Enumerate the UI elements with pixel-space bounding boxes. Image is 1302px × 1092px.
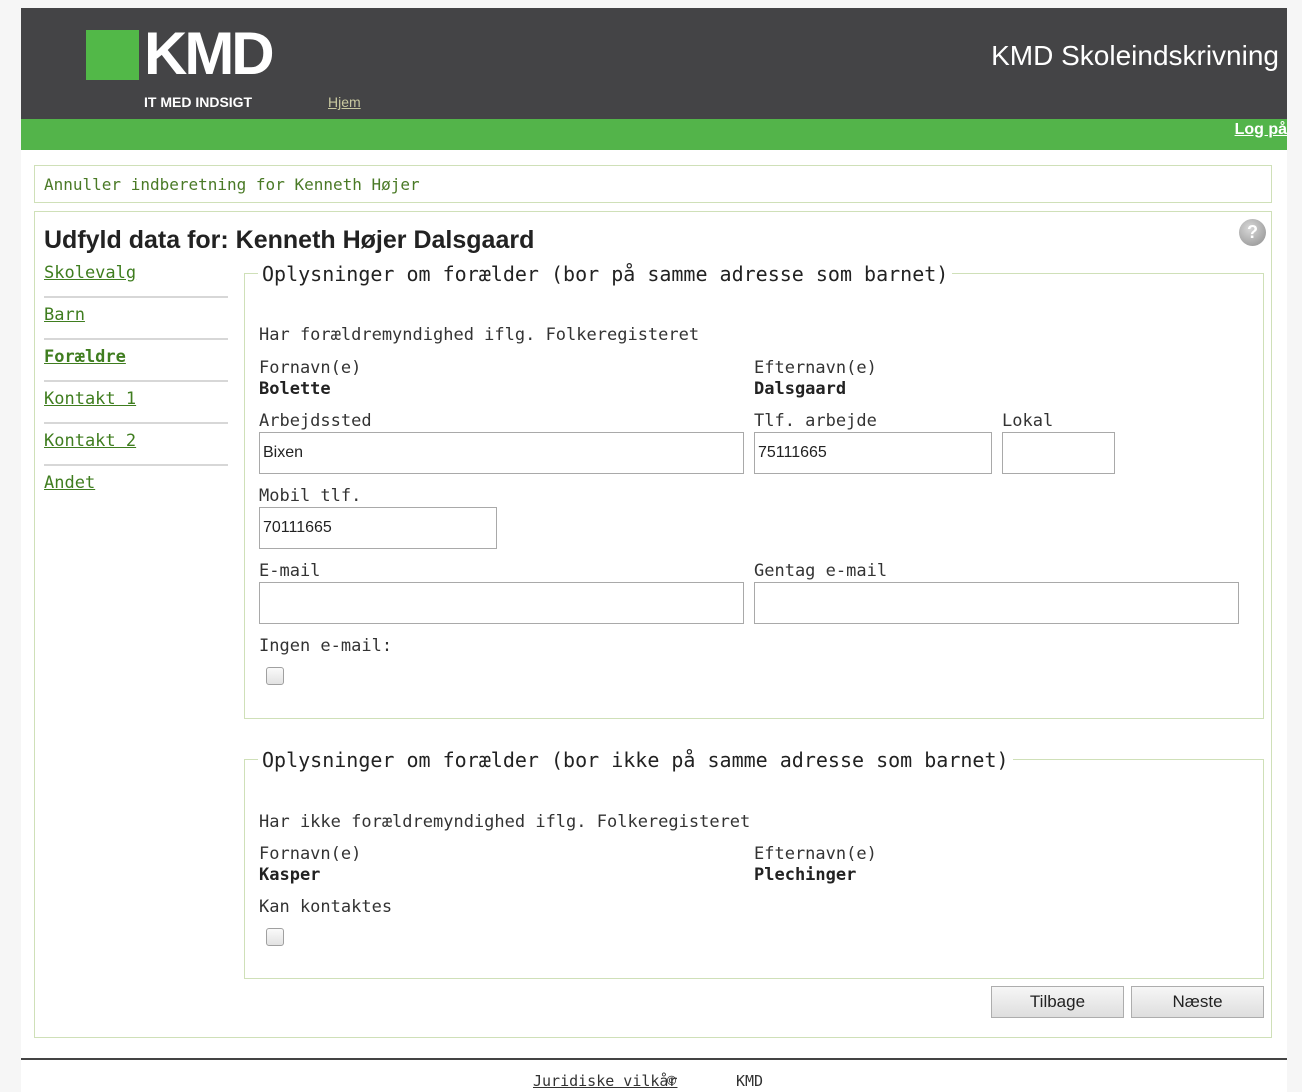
- sidebar-item-label[interactable]: Andet: [44, 473, 95, 493]
- app-title: KMD Skoleindskrivning: [991, 40, 1279, 71]
- next-button[interactable]: Næste: [1131, 986, 1264, 1018]
- cancel-registration-box: Annuller indberetning for Kenneth Højer: [34, 165, 1272, 203]
- help-icon[interactable]: ?: [1239, 219, 1266, 246]
- mobile-label: Mobil tlf.: [259, 486, 362, 506]
- workplace-input[interactable]: Bixen: [259, 432, 744, 474]
- top-strip: [21, 0, 1287, 8]
- extension-input[interactable]: [1002, 432, 1115, 474]
- workplace-label: Arbejdssted: [259, 411, 372, 431]
- sidebar-item-label[interactable]: Barn: [44, 305, 85, 325]
- last-name-label: Efternavn(e): [754, 844, 877, 864]
- custody-text: Har forældremyndighed iflg. Folkeregiste…: [259, 325, 700, 345]
- mobile-input[interactable]: 70111665: [259, 507, 497, 549]
- no-custody-text: Har ikke forældremyndighed iflg. Folkere…: [259, 812, 751, 832]
- email-input[interactable]: [259, 582, 744, 624]
- sidebar-item-andet[interactable]: Andet: [44, 467, 228, 508]
- parent-same-address-legend: Oplysninger om forælder (bor på samme ad…: [258, 262, 953, 286]
- page-title: Udfyld data for: Kenneth Højer Dalsgaard: [44, 226, 535, 254]
- sidebar-item-label[interactable]: Kontakt 1: [44, 389, 136, 409]
- sidebar-item-barn[interactable]: Barn: [44, 299, 228, 340]
- sidebar-item-kontakt-2[interactable]: Kontakt 2: [44, 425, 228, 466]
- footer-company: KMD: [736, 1072, 764, 1090]
- first-name-label: Fornavn(e): [259, 844, 362, 864]
- sidebar-item-label[interactable]: Kontakt 2: [44, 431, 136, 451]
- kmd-logo-square-icon: [86, 30, 139, 80]
- work-phone-input[interactable]: 75111665: [754, 432, 992, 474]
- sidebar-item-foraeldre[interactable]: Forældre: [44, 341, 228, 382]
- back-button[interactable]: Tilbage: [991, 986, 1124, 1018]
- sidebar-item-label[interactable]: Forældre: [44, 347, 126, 367]
- email-label: E-mail: [259, 561, 321, 581]
- home-link[interactable]: Hjem: [328, 94, 361, 110]
- first-name-value: Kasper: [259, 865, 321, 885]
- copyright-symbol: ©: [667, 1072, 677, 1090]
- login-link[interactable]: Log på: [1235, 121, 1287, 139]
- no-email-label: Ingen e-mail:: [259, 636, 393, 656]
- page: KMD IT MED INDSIGT Hjem KMD Skoleindskri…: [21, 0, 1287, 1092]
- can-contact-checkbox[interactable]: [266, 928, 284, 946]
- sidebar-item-label[interactable]: Skolevalg: [44, 263, 136, 283]
- last-name-value: Plechinger: [754, 865, 857, 885]
- can-contact-label: Kan kontaktes: [259, 897, 393, 917]
- cancel-registration-link[interactable]: Annuller indberetning for Kenneth Højer: [44, 175, 420, 194]
- kmd-logo-text: KMD: [144, 20, 275, 87]
- sidebar-item-kontakt-1[interactable]: Kontakt 1: [44, 383, 228, 424]
- email-repeat-input[interactable]: [754, 582, 1239, 624]
- last-name-value: Dalsgaard: [754, 379, 847, 399]
- green-nav-bar: [21, 119, 1287, 150]
- email-repeat-label: Gentag e-mail: [754, 561, 888, 581]
- first-name-value: Bolette: [259, 379, 331, 399]
- no-email-checkbox[interactable]: [266, 667, 284, 685]
- parent-other-address-legend: Oplysninger om forælder (bor ikke på sam…: [258, 748, 1013, 772]
- work-phone-label: Tlf. arbejde: [754, 411, 877, 431]
- extension-label: Lokal: [1002, 411, 1054, 431]
- first-name-label: Fornavn(e): [259, 358, 362, 378]
- footer-divider: [21, 1058, 1287, 1060]
- sidebar-item-skolevalg[interactable]: Skolevalg: [44, 257, 228, 298]
- terms-link[interactable]: Juridiske vilkår: [533, 1072, 678, 1090]
- last-name-label: Efternavn(e): [754, 358, 877, 378]
- logo-tagline: IT MED INDSIGT: [144, 94, 253, 110]
